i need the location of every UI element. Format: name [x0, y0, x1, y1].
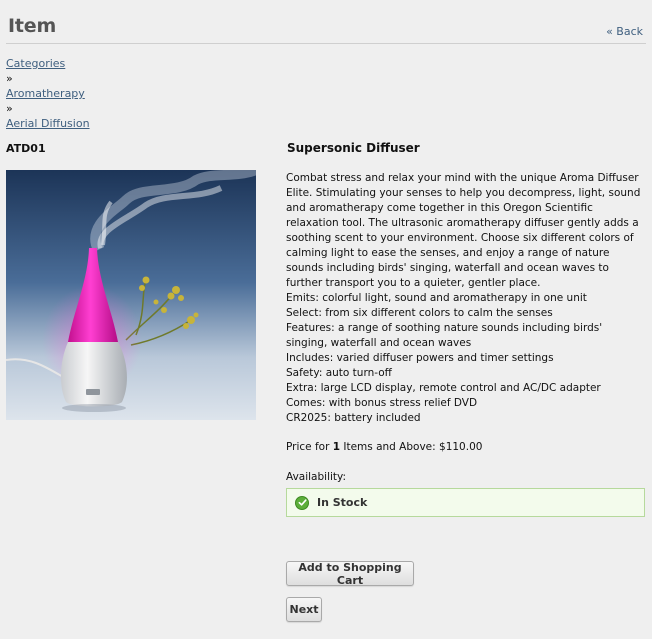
- availability-label: Availability:: [286, 471, 347, 483]
- breadcrumb-aromatherapy[interactable]: Aromatherapy: [6, 86, 90, 101]
- product-image: [6, 170, 256, 420]
- breadcrumb-separator: »: [6, 102, 13, 115]
- price-line: Price for 1 Items and Above: $110.00: [286, 441, 482, 453]
- feature-line: Emits: colorful light, sound and aromath…: [286, 292, 587, 304]
- feature-line: Features: a range of soothing nature sou…: [286, 322, 603, 349]
- product-title: Supersonic Diffuser: [287, 141, 420, 155]
- feature-line: Safety: auto turn-off: [286, 367, 392, 379]
- breadcrumb-aerial-diffusion[interactable]: Aerial Diffusion: [6, 116, 90, 131]
- feature-line: Select: from six different colors to cal…: [286, 307, 553, 319]
- product-sku: ATD01: [6, 142, 46, 155]
- next-button[interactable]: Next: [286, 597, 322, 622]
- price-quantity: 1: [332, 441, 341, 453]
- stock-status-text: In Stock: [317, 496, 368, 509]
- breadcrumb-categories[interactable]: Categories: [6, 56, 90, 71]
- stock-status-box: In Stock: [286, 488, 645, 517]
- page-title: Item: [8, 15, 57, 37]
- add-to-cart-button[interactable]: Add to Shopping Cart: [286, 561, 414, 587]
- diffuser-photo: [6, 170, 256, 420]
- feature-line: Extra: large LCD display, remote control…: [286, 382, 601, 394]
- product-description: Combat stress and relax your mind with t…: [286, 171, 646, 426]
- check-icon: [295, 495, 309, 510]
- feature-line: Comes: with bonus stress relief DVD: [286, 397, 478, 409]
- price-suffix: Items and Above: $110.00: [340, 441, 483, 453]
- feature-line: CR2025: battery included: [286, 412, 421, 424]
- item-page: Item « Back Categories » Aromatherapy » …: [0, 0, 652, 639]
- breadcrumb: Categories » Aromatherapy » Aerial Diffu…: [6, 56, 90, 131]
- breadcrumb-separator: »: [6, 72, 13, 85]
- header-divider: [6, 43, 646, 44]
- back-link[interactable]: « Back: [606, 25, 643, 38]
- description-paragraph: Combat stress and relax your mind with t…: [286, 172, 641, 289]
- price-prefix: Price for: [286, 441, 333, 453]
- feature-line: Includes: varied diffuser powers and tim…: [286, 352, 554, 364]
